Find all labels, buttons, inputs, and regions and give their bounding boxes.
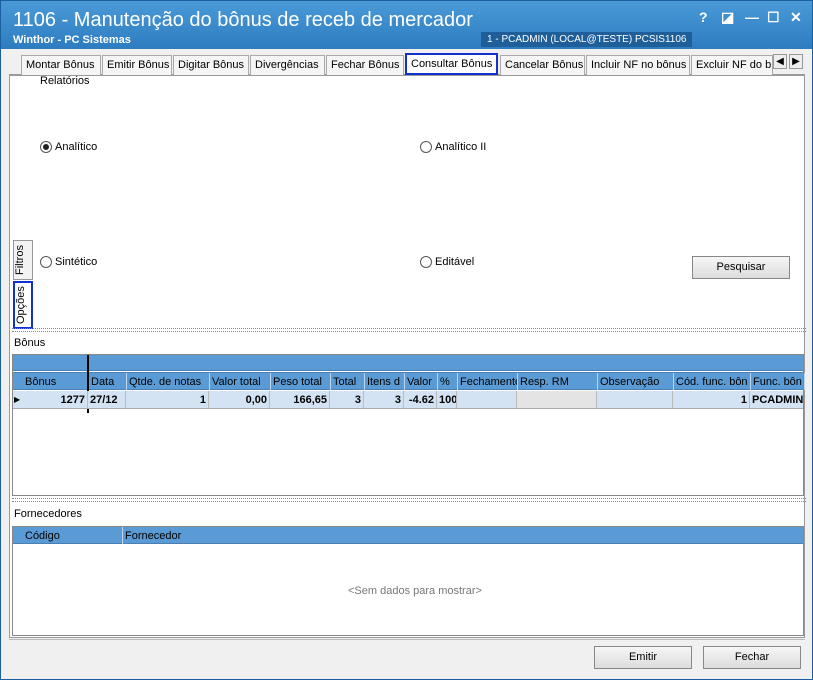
splitter-top[interactable] bbox=[12, 328, 806, 332]
tab-digitar-bonus[interactable]: Digitar Bônus bbox=[173, 55, 249, 75]
minimize-icon[interactable]: — bbox=[745, 9, 759, 25]
radio-unchecked-icon bbox=[420, 256, 432, 268]
main-panel: Filtros Opções Relatórios Analítico Anal… bbox=[9, 75, 806, 638]
radio-checked-icon bbox=[40, 141, 52, 153]
radio-editavel-label: Editável bbox=[435, 256, 475, 268]
fornecedores-label: Fornecedores bbox=[14, 508, 82, 520]
radio-unchecked-icon bbox=[40, 256, 52, 268]
radio-analitico-label: Analítico bbox=[55, 141, 98, 153]
radio-analitico[interactable]: Analítico bbox=[40, 141, 97, 153]
empty-message: <Sem dados para mostrar> bbox=[348, 585, 482, 597]
emitir-button[interactable]: Emitir bbox=[594, 646, 692, 669]
fechar-button[interactable]: Fechar bbox=[703, 646, 801, 669]
window-subtitle: Winthor - PC Sistemas bbox=[13, 34, 131, 46]
tab-divergencias[interactable]: Divergências bbox=[250, 55, 325, 75]
maximize-icon[interactable]: ☐ bbox=[767, 9, 780, 26]
radio-unchecked-icon bbox=[420, 141, 432, 153]
tab-emitir-bonus[interactable]: Emitir Bônus bbox=[102, 55, 172, 75]
tab-consultar-bonus[interactable]: Consultar Bônus bbox=[405, 53, 498, 75]
fechar-button-label: Fechar bbox=[734, 651, 770, 663]
radio-sintetico[interactable]: Sintético bbox=[40, 256, 97, 268]
footer-bar: Emitir Fechar bbox=[9, 639, 805, 673]
tab-excluir-nf[interactable]: Excluir NF do b bbox=[691, 55, 773, 75]
tab-scroll-right-icon[interactable]: ▶ bbox=[789, 54, 803, 69]
bonus-grid bbox=[12, 354, 804, 496]
tab-scroll-left-icon[interactable]: ◀ bbox=[773, 54, 787, 69]
pesquisar-button-label: Pesquisar bbox=[716, 261, 766, 273]
tab-cancelar-bonus[interactable]: Cancelar Bônus bbox=[500, 55, 585, 75]
emitir-button-label: Emitir bbox=[628, 651, 658, 663]
tab-fechar-bonus[interactable]: Fechar Bônus bbox=[326, 55, 404, 75]
pesquisar-button[interactable]: Pesquisar bbox=[692, 256, 790, 279]
bonus-label: Bônus bbox=[14, 337, 46, 349]
tab-strip: Montar Bônus Emitir Bônus Digitar Bônus … bbox=[9, 53, 805, 75]
radio-analitico-2-label: Analítico II bbox=[435, 141, 487, 153]
session-info: 1 - PCADMIN (LOCAL@TESTE) PCSIS1106 bbox=[481, 32, 693, 47]
radio-editavel[interactable]: Editável bbox=[420, 256, 474, 268]
help-icon[interactable]: ? bbox=[699, 9, 708, 25]
restore-icon[interactable]: ◪ bbox=[721, 9, 734, 26]
splitter-bottom[interactable] bbox=[12, 498, 806, 502]
close-icon[interactable]: ✕ bbox=[790, 9, 802, 26]
fornecedores-grid bbox=[12, 526, 804, 636]
relatorios-label: Relatórios bbox=[40, 75, 90, 87]
side-tab-opcoes[interactable]: Opções bbox=[13, 281, 33, 329]
tab-incluir-nf[interactable]: Incluir NF no bônus bbox=[586, 55, 690, 75]
radio-analitico-2[interactable]: Analítico II bbox=[420, 141, 486, 153]
side-tab-filtros[interactable]: Filtros bbox=[13, 240, 33, 280]
tab-montar-bonus[interactable]: Montar Bônus bbox=[21, 55, 101, 75]
radio-sintetico-label: Sintético bbox=[55, 256, 98, 268]
title-bar: 1106 - Manutenção do bônus de receb de m… bbox=[1, 1, 812, 49]
window-title: 1106 - Manutenção do bônus de receb de m… bbox=[13, 9, 473, 31]
app-window: 1106 - Manutenção do bônus de receb de m… bbox=[0, 0, 813, 680]
